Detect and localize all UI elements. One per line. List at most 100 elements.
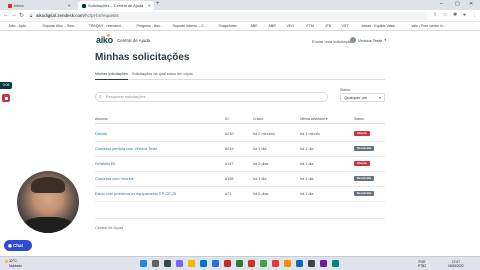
forward-icon[interactable]: → xyxy=(11,12,17,18)
minimize-icon[interactable]: – xyxy=(440,1,443,7)
table-row[interactable]: Relatório BI #147 há 2 dias há 1 dia Abe… xyxy=(95,157,385,172)
table-row[interactable]: Estou com problema no equipamento EP-CP-… xyxy=(95,187,385,202)
close-window-icon[interactable]: ✕ xyxy=(469,1,473,7)
app-icon[interactable] xyxy=(308,260,315,267)
request-last-activity: há 1 dia xyxy=(300,162,314,166)
status-filter-select[interactable]: Qualquer um ▾ xyxy=(340,93,385,102)
chevron-down-icon: ▾ xyxy=(378,95,381,100)
start-icon[interactable] xyxy=(140,260,147,267)
app-icon[interactable] xyxy=(224,260,231,267)
weather-widget[interactable]: 32°C Nublado xyxy=(5,259,22,268)
request-subject-link[interactable]: Conversa com Vinicius xyxy=(95,177,134,181)
table-row[interactable]: Conversa com Vinicius #198 há 1 dia há 1… xyxy=(95,172,385,187)
bookmark-item[interactable]: Snapshoter xyxy=(214,24,237,28)
chrome-icon[interactable] xyxy=(212,260,219,267)
bookmark-item[interactable]: VST xyxy=(337,24,349,28)
bookmarks-bar: Aiko - Aplic Suporte Aiko – Sem... TRAQS… xyxy=(0,22,480,31)
search-icon: ⌕ xyxy=(99,94,102,99)
app-icon[interactable] xyxy=(248,260,255,267)
tab-title: Inbox xyxy=(14,3,24,8)
tab-cc-requests[interactable]: Solicitações na qual estou em cópia xyxy=(132,72,193,76)
bookmark-item[interactable]: ABE xyxy=(246,24,258,28)
profile-icon[interactable]: ● xyxy=(463,12,466,18)
star-icon[interactable]: ☆ xyxy=(443,12,447,18)
bookmark-icon xyxy=(407,25,410,28)
bookmark-icon xyxy=(246,25,249,28)
bookmark-item[interactable]: Progenio - Ass... xyxy=(132,24,163,28)
bookmark-icon xyxy=(357,25,360,28)
search-icon[interactable] xyxy=(152,260,159,267)
bookmark-item[interactable]: Ideias - Equipe Vasd... xyxy=(357,24,398,28)
avatar xyxy=(350,37,356,43)
task-view-icon[interactable] xyxy=(164,260,171,267)
bookmark-item[interactable]: Suporte Aiko – Sem... xyxy=(38,24,78,28)
teams-icon[interactable] xyxy=(176,260,183,267)
request-created: há 6 dias xyxy=(253,192,269,196)
close-icon[interactable]: ✕ xyxy=(148,3,151,8)
file-explorer-icon[interactable] xyxy=(188,260,195,267)
bookmark-item[interactable]: ABR xyxy=(264,24,276,28)
column-header-created[interactable]: Criado xyxy=(253,117,263,121)
column-header-activity[interactable]: Última atividade ▾ xyxy=(300,117,328,121)
request-subject-link[interactable]: Relatório BI xyxy=(95,162,115,166)
app-icon[interactable] xyxy=(260,260,267,267)
chat-button[interactable]: ◉ Chat xyxy=(4,240,32,251)
table-row[interactable]: Conversa perdida com Vinicius Teste #219… xyxy=(95,142,385,157)
status-badge: Aberta xyxy=(354,161,370,166)
tab-my-requests[interactable]: Minhas solicitações xyxy=(95,72,128,80)
app-icon[interactable] xyxy=(236,260,243,267)
app-icon[interactable] xyxy=(272,260,279,267)
app-icon[interactable] xyxy=(320,260,327,267)
help-center-link[interactable]: Central de Ajuda xyxy=(117,38,150,43)
chat-label: Chat xyxy=(13,243,23,248)
bookmark-icon xyxy=(321,25,324,28)
submit-request-link[interactable]: Enviar uma solicitação xyxy=(312,39,352,44)
aiko-logo[interactable]: aiko xyxy=(96,35,113,45)
back-icon[interactable]: ← xyxy=(3,12,9,18)
request-last-activity: há 1 minuto xyxy=(300,132,320,136)
webcam-hair xyxy=(31,177,65,193)
stop-recording-button[interactable] xyxy=(2,94,10,102)
table-row[interactable]: Dúvida #230 há 2 minutos há 1 minuto Abe… xyxy=(95,127,385,142)
logo-accent-dot xyxy=(107,34,110,37)
search-input[interactable]: ⌕ Pesquisar solicitações xyxy=(95,92,328,102)
bookmark-item[interactable]: FTM xyxy=(302,24,314,28)
bookmark-icon xyxy=(38,25,41,28)
request-subject-link[interactable]: Dúvida xyxy=(95,132,107,136)
app-icon[interactable] xyxy=(296,260,303,267)
column-header-subject[interactable]: Assunto xyxy=(95,117,108,121)
footer-help-center-link[interactable]: Central de Ajuda xyxy=(95,226,123,230)
language-indicator[interactable]: POR PTB2 xyxy=(418,260,426,268)
bookmark-item[interactable]: TRAQSY - relevanci... xyxy=(84,24,124,28)
extensions-icon[interactable]: ✱ xyxy=(453,12,457,18)
request-subject-link[interactable]: Estou com problema no equipamento EP-CP-… xyxy=(95,192,176,196)
request-subject-link[interactable]: Conversa perdida com Vinicius Teste xyxy=(95,147,157,151)
browser-tab-inbox[interactable]: Inbox ✕ xyxy=(4,1,74,10)
bookmark-item[interactable]: Aiko - Aplic xyxy=(4,24,27,28)
bookmark-item[interactable]: VEG xyxy=(282,24,295,28)
bookmark-item[interactable]: IFB xyxy=(321,24,332,28)
bookmark-item[interactable]: vale | Free vector ic... xyxy=(407,24,446,28)
request-last-activity: há 1 dia xyxy=(300,177,314,181)
column-header-id[interactable]: ID xyxy=(225,117,229,121)
sun-icon xyxy=(5,260,8,263)
app-icon[interactable] xyxy=(284,260,291,267)
url-host: aikodigital.zendesk.com xyxy=(36,13,84,18)
bookmark-icon xyxy=(4,25,7,28)
column-header-status[interactable]: Status xyxy=(354,117,364,121)
menu-icon[interactable]: ⋮ xyxy=(472,12,477,18)
bookmark-icon xyxy=(282,25,285,28)
share-icon[interactable]: ⇪ xyxy=(433,12,437,18)
browser-tab-requests[interactable]: Solicitações – Central de Ajuda ✕ xyxy=(78,1,154,10)
bookmark-icon xyxy=(264,25,267,28)
address-bar[interactable]: 🔒︎ aikodigital.zendesk.com/hc/pt-br/requ… xyxy=(28,12,428,20)
maximize-icon[interactable]: ▢ xyxy=(455,1,460,7)
close-icon[interactable]: ✕ xyxy=(68,3,71,8)
new-tab-button[interactable]: + xyxy=(156,1,160,7)
reload-icon[interactable]: ↻ xyxy=(19,12,24,19)
clock[interactable]: 17:07 05/08/2022 xyxy=(448,260,464,268)
bookmark-item[interactable]: Suporte Interno – C... xyxy=(168,24,207,28)
user-menu[interactable]: Vinicius Teste ▾ xyxy=(350,37,386,43)
app-icon[interactable] xyxy=(332,260,339,267)
edge-icon[interactable] xyxy=(200,260,207,267)
